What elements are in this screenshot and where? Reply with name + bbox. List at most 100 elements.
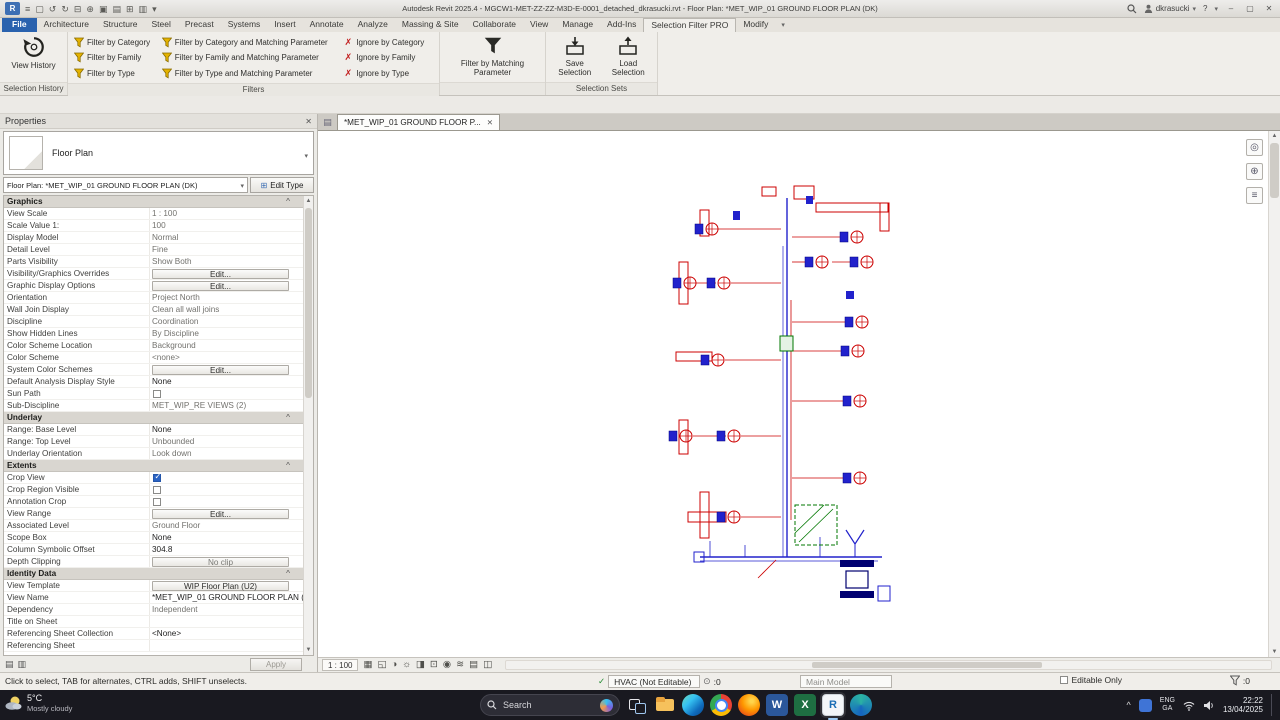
revit-icon[interactable]: R (822, 694, 844, 716)
property-row[interactable]: Display Model Normal (4, 232, 303, 244)
property-row[interactable]: View Template WIP Floor Plan (U2) (4, 580, 303, 592)
property-row[interactable]: View Scale 1 : 100 (4, 208, 303, 220)
close-icon[interactable] (487, 118, 493, 127)
chrome-icon[interactable] (710, 694, 732, 716)
property-row[interactable]: Wall Join Display Clean all wall joins (4, 304, 303, 316)
filter-by-matching-parameter-button[interactable]: Filter by Matching Parameter (443, 33, 542, 77)
property-row[interactable]: Depth Clipping No clip (4, 556, 303, 568)
property-row[interactable]: Color Scheme <none> (4, 352, 303, 364)
view-history-button[interactable]: View History (3, 33, 64, 70)
filter-button[interactable]: Filter by Category (71, 35, 159, 49)
property-row[interactable]: Annotation Crop (4, 496, 303, 508)
property-row[interactable]: Parts Visibility Show Both (4, 256, 303, 268)
property-row[interactable]: Associated Level Ground Floor (4, 520, 303, 532)
property-row[interactable]: Show Hidden Lines By Discipline (4, 328, 303, 340)
checkbox[interactable] (153, 498, 161, 506)
tray-overflow-icon[interactable] (1127, 700, 1131, 710)
ribbon-tab[interactable]: Steel (145, 18, 178, 32)
filter-matching-button[interactable]: Filter by Category and Matching Paramete… (159, 35, 341, 49)
excel-icon[interactable]: X (794, 694, 816, 716)
property-row[interactable]: Sub-Discipline MET_WIP_RE VIEWS (2) (4, 400, 303, 412)
properties-scrollbar[interactable] (303, 196, 313, 655)
teams-icon[interactable] (850, 694, 872, 716)
weather-widget[interactable]: 5°C Mostly cloudy (4, 693, 72, 713)
file-explorer-icon[interactable] (654, 694, 676, 716)
show-desktop-button[interactable] (1271, 694, 1274, 716)
property-row[interactable]: Scope Box None (4, 532, 303, 544)
view-control-icon[interactable]: ☼ (402, 658, 411, 672)
view-control-icon[interactable]: ≋ (456, 658, 464, 672)
quick-access-icon[interactable]: ▣ (99, 0, 108, 18)
quick-access-icon[interactable]: ▤ (112, 0, 121, 18)
property-row[interactable]: System Color Schemes Edit... (4, 364, 303, 376)
canvas-horizontal-scrollbar[interactable] (505, 660, 1272, 670)
filter-matching-button[interactable]: Filter by Family and Matching Parameter (159, 51, 341, 65)
ignore-button[interactable]: Ignore by Category (340, 35, 436, 49)
properties-footer-icon[interactable]: ▤ (5, 659, 14, 670)
property-row[interactable]: Title on Sheet (4, 616, 303, 628)
taskbar-app[interactable] (738, 694, 760, 716)
property-row[interactable]: Referencing Sheet (4, 640, 303, 652)
property-row[interactable]: View Name *MET_WIP_01 GROUND FLOOR PLAN … (4, 592, 303, 604)
property-row[interactable]: Orientation Project North (4, 292, 303, 304)
minimize-button[interactable] (1225, 4, 1237, 13)
scrollbar-thumb[interactable] (812, 662, 1041, 668)
active-workset-selector[interactable]: HVAC (Not Editable) (608, 675, 700, 688)
taskbar-app[interactable] (626, 694, 648, 716)
quick-access-icon[interactable]: ▥ (139, 0, 148, 18)
property-row[interactable]: Scale Value 1: 100 (4, 220, 303, 232)
quick-access-icon[interactable]: ⊟ (74, 0, 82, 18)
navigation-icon[interactable]: ⊕ (1246, 163, 1263, 180)
close-icon[interactable] (305, 116, 312, 126)
property-row[interactable]: Visibility/Graphics Overrides Edit... (4, 268, 303, 280)
view-control-icon[interactable]: ◨ (416, 658, 425, 672)
ribbon-tab[interactable]: Analyze (351, 18, 395, 32)
ribbon-tab[interactable]: Massing & Site (395, 18, 466, 32)
close-button[interactable] (1263, 4, 1275, 13)
property-row[interactable]: Detail Level Fine (4, 244, 303, 256)
quick-access-icon[interactable]: ▾ (152, 0, 157, 18)
load-selection-button[interactable]: Load Selection (603, 33, 655, 77)
scroll-down-icon[interactable] (304, 645, 313, 655)
view-control-icon[interactable]: ▤ (469, 658, 478, 672)
property-row[interactable]: Referencing Sheet Collection <None> (4, 628, 303, 640)
property-row[interactable]: Crop Region Visible (4, 484, 303, 496)
property-row[interactable]: View Range Edit... (4, 508, 303, 520)
edit-type-button[interactable]: ⊞ Edit Type (250, 177, 314, 193)
properties-footer-icon[interactable]: ▥ (18, 659, 27, 670)
quick-access-icon[interactable]: ↻ (61, 0, 69, 18)
checkbox[interactable] (153, 474, 161, 482)
property-row[interactable]: Dependency Independent (4, 604, 303, 616)
property-row[interactable]: Color Scheme Location Background (4, 340, 303, 352)
ribbon-tab[interactable]: Systems (221, 18, 268, 32)
view-tab-list-icon[interactable]: ▤ (321, 116, 334, 129)
type-selector[interactable]: Floor Plan (3, 131, 314, 175)
floor-plan-drawing[interactable] (318, 131, 1280, 657)
property-row[interactable]: Default Analysis Display Style None (4, 376, 303, 388)
property-row[interactable]: Crop View (4, 472, 303, 484)
taskbar-app[interactable] (710, 694, 732, 716)
view-control-icon[interactable]: ◫ (483, 658, 492, 672)
taskbar-app[interactable]: W (766, 694, 788, 716)
view-control-icon[interactable]: ◉ (443, 658, 451, 672)
taskbar-app-active[interactable]: R (822, 694, 844, 716)
scrollbar-thumb[interactable] (305, 208, 312, 398)
view-control-icon[interactable]: ◑ (391, 658, 397, 672)
scroll-up-icon[interactable] (1269, 131, 1280, 141)
property-row[interactable]: Range: Base Level None (4, 424, 303, 436)
chevron-down-icon[interactable] (304, 150, 308, 160)
checkbox[interactable] (153, 486, 161, 494)
ribbon-tab[interactable]: Selection Filter PRO (643, 18, 736, 32)
navigation-icon[interactable]: ◎ (1246, 139, 1263, 156)
volume-icon[interactable] (1203, 700, 1215, 711)
property-row[interactable]: Discipline Coordination (4, 316, 303, 328)
ribbon-tab[interactable]: Precast (178, 18, 221, 32)
property-row[interactable]: Sun Path (4, 388, 303, 400)
word-icon[interactable]: W (766, 694, 788, 716)
property-row[interactable]: Identity Data (4, 568, 303, 580)
view-control-icon[interactable]: ⊡ (430, 658, 438, 672)
tray-app-icon[interactable] (1139, 699, 1152, 712)
drawing-canvas[interactable]: ◎⊕≡ (318, 131, 1280, 657)
ribbon-tab[interactable]: Add-Ins (600, 18, 643, 32)
filter-button[interactable]: Filter by Family (71, 51, 159, 65)
